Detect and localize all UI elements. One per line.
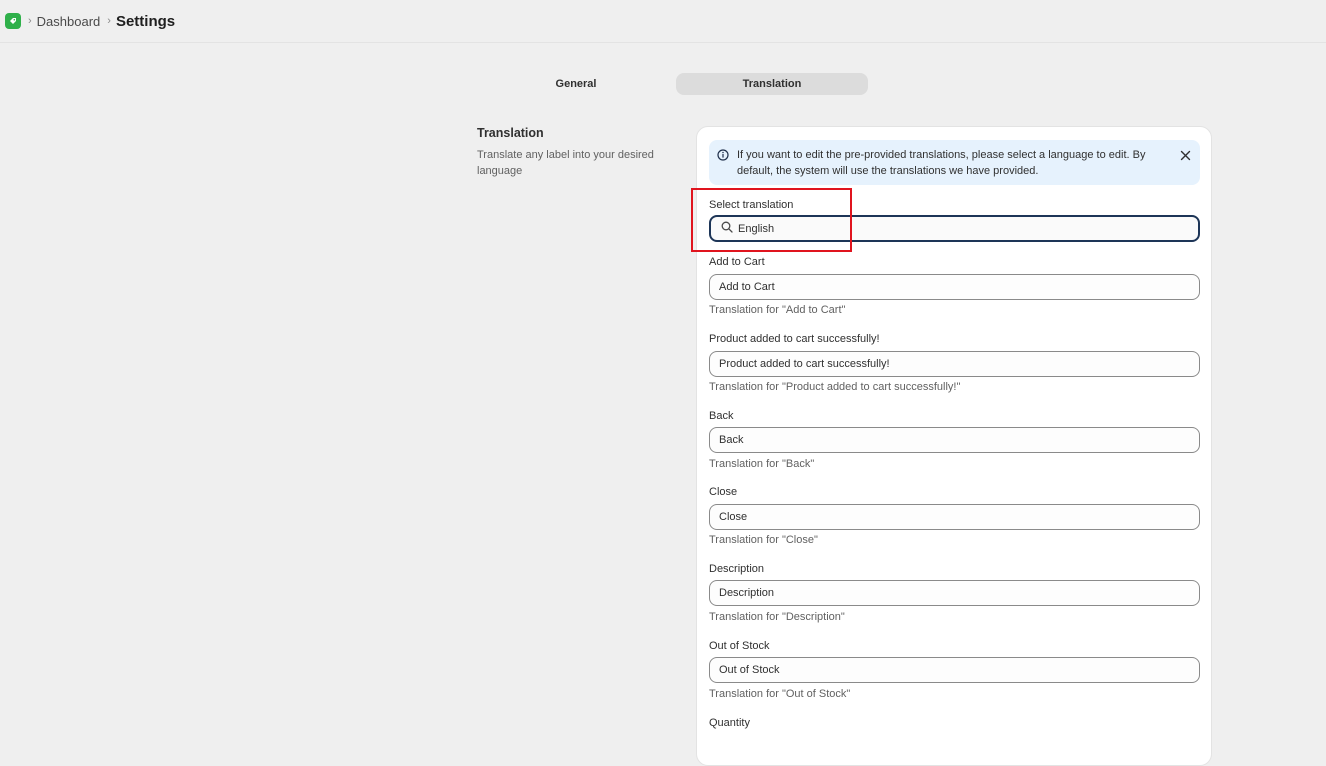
search-icon [721,220,733,238]
select-translation-label: Select translation [709,199,794,211]
field-label: Quantity [709,717,750,729]
description-input[interactable] [709,580,1200,606]
breadcrumb-dashboard[interactable]: Dashboard [37,14,101,29]
field-help-text: Translation for "Product added to cart s… [709,381,961,393]
settings-tabs: General Translation [480,73,870,95]
field-help-text: Translation for "Description" [709,611,845,623]
out-of-stock-input[interactable] [709,657,1200,683]
app-logo-icon[interactable] [5,13,21,29]
chevron-right-icon: › [28,15,32,27]
close-icon[interactable] [1180,148,1191,166]
field-label: Product added to cart successfully! [709,333,880,345]
field-label: Add to Cart [709,256,765,268]
field-help-text: Translation for "Out of Stock" [709,688,851,700]
field-label: Close [709,486,738,498]
tab-general[interactable]: General [480,73,672,95]
info-icon [717,148,729,166]
info-banner: If you want to edit the pre-provided tra… [709,140,1200,185]
chevron-right-icon: › [107,15,111,27]
top-bar: › Dashboard › Settings [0,0,1326,43]
back-input[interactable] [709,427,1200,453]
translation-card: If you want to edit the pre-provided tra… [696,126,1212,766]
field-label: Out of Stock [709,640,770,652]
section-description: Translate any label into your desired la… [477,149,654,177]
page-title: Settings [115,12,176,30]
section-title: Translation [477,126,544,140]
banner-text: If you want to edit the pre-provided tra… [737,149,1146,177]
product-added-input[interactable] [709,351,1200,377]
field-help-text: Translation for "Add to Cart" [709,304,846,316]
field-label: Back [709,410,734,422]
field-help-text: Translation for "Close" [709,534,818,546]
close-input[interactable] [709,504,1200,530]
field-label: Description [709,563,765,575]
add-to-cart-input[interactable] [709,274,1200,300]
select-translation-combobox[interactable] [709,215,1200,242]
field-help-text: Translation for "Back" [709,458,815,470]
tab-translation[interactable]: Translation [676,73,868,95]
section-info: Translation Translate any label into you… [477,126,677,179]
select-translation-input[interactable] [738,222,1178,235]
